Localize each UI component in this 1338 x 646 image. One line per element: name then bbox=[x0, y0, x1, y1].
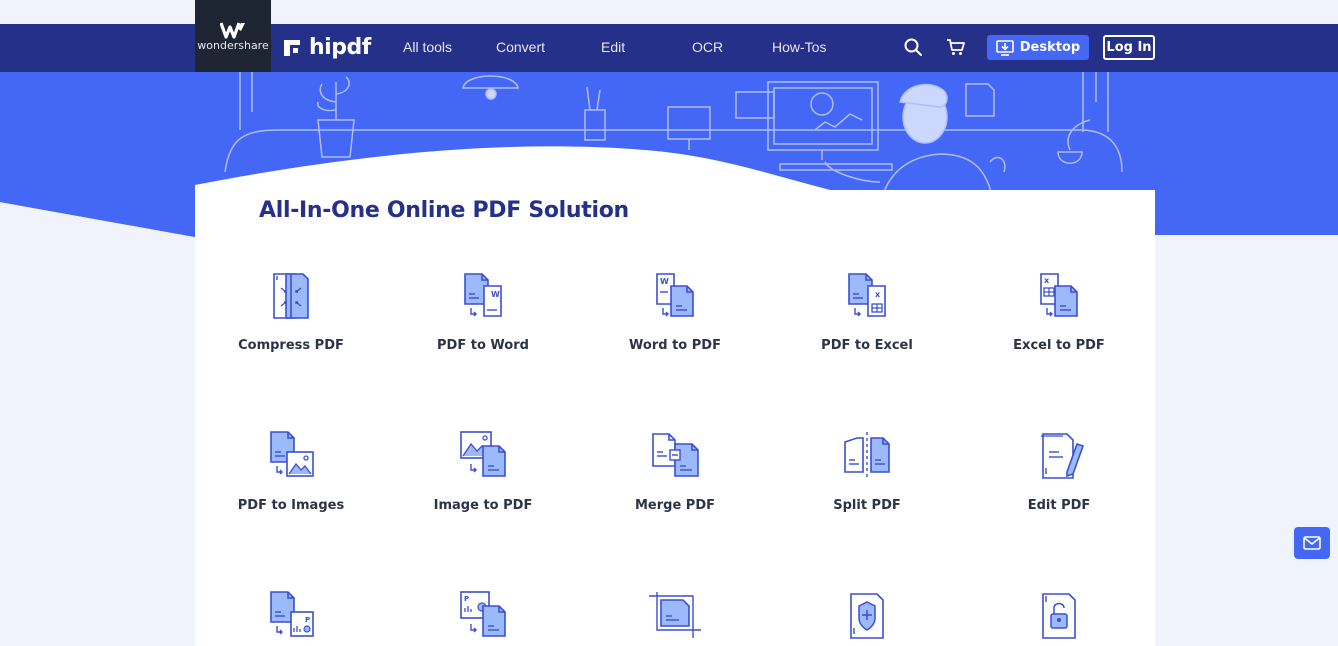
unlock-icon bbox=[1042, 593, 1076, 639]
hipdf-logo-icon bbox=[284, 39, 300, 56]
svg-text:x: x bbox=[875, 290, 881, 299]
compress-icon bbox=[273, 273, 309, 319]
tool-crop-pdf[interactable] bbox=[579, 590, 771, 646]
pdf-to-ppt-icon: P bbox=[270, 591, 314, 637]
tool-compress-pdf[interactable]: Compress PDF bbox=[195, 270, 387, 353]
nav-edit[interactable]: Edit bbox=[601, 39, 625, 55]
nav-how-tos[interactable]: How-Tos bbox=[772, 39, 826, 55]
ppt-to-pdf-icon: P bbox=[460, 591, 506, 637]
feedback-mail-button[interactable] bbox=[1294, 527, 1330, 559]
tool-merge-pdf[interactable]: Merge PDF bbox=[579, 430, 771, 513]
svg-text:W: W bbox=[491, 290, 500, 299]
tool-image-to-pdf[interactable]: Image to PDF bbox=[387, 430, 579, 513]
brand-name: hipdf bbox=[309, 35, 371, 60]
tool-label: PDF to Excel bbox=[821, 338, 913, 353]
excel-to-pdf-icon: x bbox=[1040, 273, 1078, 317]
svg-text:P: P bbox=[464, 595, 469, 603]
login-button[interactable]: Log In bbox=[1103, 35, 1155, 60]
tool-protect-pdf[interactable] bbox=[771, 590, 963, 646]
tool-pdf-to-word[interactable]: W PDF to Word bbox=[387, 270, 579, 353]
search-icon[interactable] bbox=[903, 37, 923, 57]
desktop-download-button[interactable]: Desktop bbox=[987, 35, 1089, 60]
tool-label: Excel to PDF bbox=[1013, 338, 1105, 353]
tool-label: PDF to Word bbox=[437, 338, 529, 353]
svg-text:P: P bbox=[305, 616, 310, 624]
svg-text:x: x bbox=[1044, 276, 1050, 285]
tool-label: Word to PDF bbox=[629, 338, 721, 353]
merge-icon bbox=[652, 433, 699, 477]
tool-pdf-to-images[interactable]: PDF to Images bbox=[195, 430, 387, 513]
split-icon bbox=[844, 432, 890, 480]
tool-pdf-to-ppt[interactable]: P bbox=[195, 590, 387, 646]
nav-convert[interactable]: Convert bbox=[496, 39, 545, 55]
tool-label: Image to PDF bbox=[433, 498, 533, 513]
tool-label: Edit PDF bbox=[1027, 498, 1091, 513]
tool-pdf-to-excel[interactable]: x PDF to Excel bbox=[771, 270, 963, 353]
nav-ocr[interactable]: OCR bbox=[692, 39, 723, 55]
hipdf-brand[interactable]: hipdf bbox=[284, 35, 371, 60]
pdf-to-word-icon: W bbox=[464, 273, 502, 317]
wondershare-mark-icon bbox=[220, 21, 245, 39]
wondershare-logo[interactable]: wondershare bbox=[195, 0, 271, 72]
cart-icon[interactable] bbox=[946, 37, 966, 57]
card-curve bbox=[195, 146, 1155, 195]
tool-label: Compress PDF bbox=[238, 338, 344, 353]
tool-unlock-pdf[interactable] bbox=[963, 590, 1155, 646]
pdf-to-excel-icon: x bbox=[848, 273, 886, 317]
svg-text:W: W bbox=[660, 277, 669, 286]
tool-label: Split PDF bbox=[833, 498, 901, 513]
download-icon bbox=[995, 39, 1014, 56]
wondershare-label: wondershare bbox=[197, 38, 269, 52]
tools-card: All-In-One Online PDF Solution Compress … bbox=[195, 190, 1155, 646]
pdf-to-images-icon bbox=[270, 431, 314, 477]
tool-label: PDF to Images bbox=[237, 498, 345, 513]
tool-excel-to-pdf[interactable]: x Excel to PDF bbox=[963, 270, 1155, 353]
tool-word-to-pdf[interactable]: W Word to PDF bbox=[579, 270, 771, 353]
tool-split-pdf[interactable]: Split PDF bbox=[771, 430, 963, 513]
image-to-pdf-icon bbox=[460, 431, 506, 477]
desktop-label: Desktop bbox=[1019, 40, 1081, 55]
edit-icon bbox=[1041, 433, 1085, 479]
nav-all-tools[interactable]: All tools bbox=[403, 39, 452, 55]
mail-icon bbox=[1303, 536, 1321, 550]
word-to-pdf-icon: W bbox=[656, 273, 694, 317]
tool-edit-pdf[interactable]: Edit PDF bbox=[963, 430, 1155, 513]
tool-label: Merge PDF bbox=[634, 498, 715, 513]
protect-icon bbox=[850, 593, 884, 639]
tool-ppt-to-pdf[interactable]: P bbox=[387, 590, 579, 646]
crop-icon bbox=[649, 592, 701, 638]
page-title: All-In-One Online PDF Solution bbox=[259, 198, 629, 223]
